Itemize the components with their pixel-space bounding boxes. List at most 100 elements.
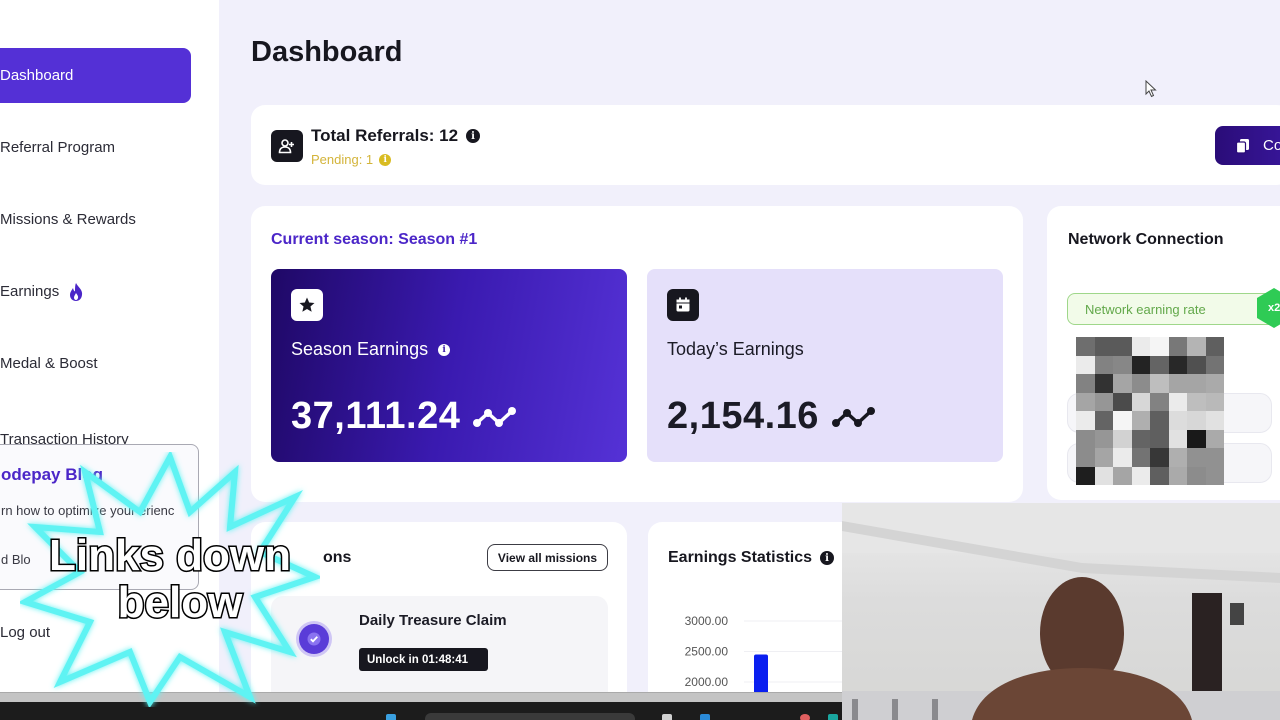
info-icon[interactable]: i [438, 343, 451, 356]
taskbar-app-icon[interactable] [700, 714, 710, 720]
windows-start-icon[interactable] [386, 714, 396, 720]
mosaic-cell [1205, 448, 1224, 467]
sidebar-item-label: Missions & Rewards [0, 211, 136, 228]
total-referrals: Total Referrals: 12 i [311, 126, 481, 146]
mosaic-cell [1150, 429, 1169, 448]
mosaic-cell [1168, 429, 1187, 448]
add-user-icon [271, 130, 303, 162]
y-tick-label: 2500.00 [685, 645, 729, 659]
mosaic-cell [1113, 355, 1132, 374]
mosaic-cell [1094, 411, 1113, 430]
today-earnings-label: Today’s Earnings [667, 339, 804, 359]
mosaic-cell [1205, 411, 1224, 430]
mosaic-cell [1205, 374, 1224, 393]
sidebar-item-transaction-history[interactable]: Transaction History [0, 408, 191, 448]
info-icon[interactable]: i [466, 129, 481, 143]
mosaic-cell [1168, 374, 1187, 393]
mosaic-cell [1131, 392, 1150, 411]
y-tick-label: 2000.00 [685, 675, 729, 689]
sidebar: Dashboard Referral Program Missions & Re… [0, 0, 219, 692]
copy-referral-button[interactable]: Co [1215, 126, 1280, 165]
sidebar-item-medal-boost[interactable]: Medal & Boost [0, 336, 191, 391]
mosaic-cell [1113, 337, 1132, 356]
referrals-bar: Total Referrals: 12 i Pending: 1 i Co [251, 105, 1280, 185]
mosaic-cell [1187, 355, 1206, 374]
season-earnings-card: Season Earnings i 37,111.24 [271, 269, 627, 462]
mosaic-cell [1205, 429, 1224, 448]
mosaic-cell [1094, 466, 1113, 485]
mosaic-cell [1076, 355, 1095, 374]
mosaic-cell [1150, 466, 1169, 485]
mosaic-cell [1131, 429, 1150, 448]
missions-title: ons [323, 549, 352, 566]
mouse-cursor-icon [1145, 80, 1157, 98]
mosaic-cell [1076, 374, 1095, 393]
mosaic-cell [1094, 429, 1113, 448]
mosaic-cell [1113, 392, 1132, 411]
pixelated-redaction [1076, 337, 1224, 485]
mosaic-cell [1205, 355, 1224, 374]
taskbar-search[interactable] [425, 713, 635, 720]
mosaic-cell [1150, 392, 1169, 411]
season-earnings-amount: 37,111.24 [291, 395, 461, 437]
mosaic-cell [1187, 337, 1206, 356]
taskbar-app-icon[interactable] [800, 714, 810, 720]
sidebar-item-label: Dashboard [0, 67, 74, 84]
mosaic-cell [1150, 411, 1169, 430]
info-icon[interactable]: i [379, 153, 392, 166]
mosaic-cell [1076, 392, 1095, 411]
mosaic-cell [1094, 355, 1113, 374]
mosaic-cell [1205, 466, 1224, 485]
trend-icon [473, 406, 517, 427]
taskbar-app-icon[interactable] [662, 714, 672, 720]
mosaic-cell [1150, 448, 1169, 467]
sidebar-item-label: Medal & Boost [0, 355, 98, 372]
stats-title-text: Earnings Statistics [668, 549, 813, 566]
taskbar [0, 702, 842, 720]
taskbar-app-icon[interactable] [828, 714, 838, 720]
mosaic-cell [1076, 337, 1095, 356]
mosaic-cell [1187, 448, 1206, 467]
sidebar-item-dashboard[interactable]: Dashboard [0, 48, 191, 103]
mosaic-cell [1187, 374, 1206, 393]
view-all-missions-button[interactable]: View all missions [487, 544, 608, 571]
missions-card: ons View all missions Daily Treasure Cla… [251, 522, 627, 720]
calendar-icon [667, 289, 699, 321]
mosaic-cell [1131, 337, 1150, 356]
copy-button-label: Co [1263, 137, 1280, 154]
mosaic-cell [1168, 355, 1187, 374]
sidebar-item-referral-program[interactable]: Referral Program [0, 120, 191, 175]
trend-icon [831, 406, 875, 427]
mosaic-cell [1076, 448, 1095, 467]
season-card: Current season: Season #1 Season Earning… [251, 206, 1023, 502]
mosaic-cell [1094, 374, 1113, 393]
season-earnings-label-text: Season Earnings [291, 339, 429, 359]
blog-link[interactable]: d Blo [1, 552, 31, 567]
mosaic-cell [1187, 466, 1206, 485]
sidebar-item-label: Referral Program [0, 139, 116, 156]
info-icon[interactable]: i [820, 551, 835, 565]
mosaic-cell [1113, 429, 1132, 448]
mosaic-cell [1187, 411, 1206, 430]
check-badge-icon [299, 624, 329, 654]
sidebar-item-label: Earnings [0, 283, 60, 300]
blog-title: odepay Blog [1, 465, 104, 484]
mosaic-cell [1113, 374, 1132, 393]
mosaic-cell [1150, 374, 1169, 393]
stats-title: Earnings Statistics i [668, 549, 835, 567]
mosaic-cell [1150, 337, 1169, 356]
pending-referrals: Pending: 1 i [311, 152, 392, 167]
sidebar-item-missions-rewards[interactable]: Missions & Rewards [0, 192, 191, 247]
blog-card[interactable]: odepay Blog rn how to optimize your erie… [0, 444, 199, 590]
sidebar-item-earnings[interactable]: Earnings [0, 264, 191, 319]
mosaic-cell [1113, 411, 1132, 430]
page-title: Dashboard [251, 36, 403, 68]
mosaic-cell [1168, 411, 1187, 430]
pending-text: Pending: 1 [311, 152, 374, 167]
mosaic-cell [1131, 466, 1150, 485]
logout-button[interactable]: Log out [0, 624, 50, 641]
mosaic-cell [1205, 392, 1224, 411]
today-earnings-value: 2,154.16 [667, 395, 877, 438]
horizontal-scrollbar[interactable] [0, 692, 842, 702]
mosaic-cell [1094, 337, 1113, 356]
